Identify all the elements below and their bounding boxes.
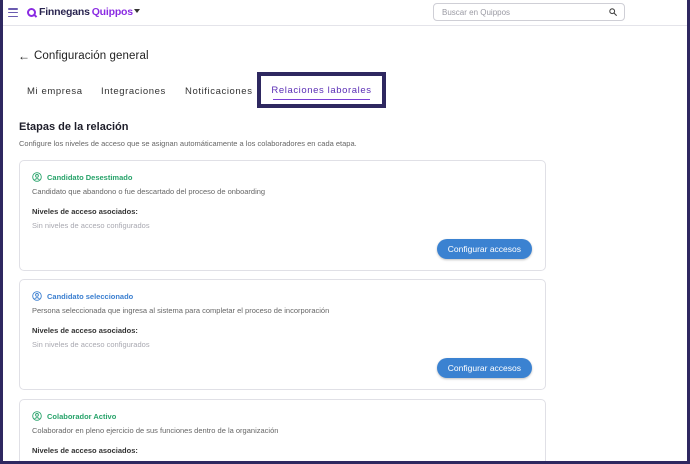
section-title: Etapas de la relación [19,121,129,133]
app-logo[interactable]: Finnegans Quippos [27,5,133,19]
card-header: Candidato Desestimado [32,172,132,182]
app-frame: FinnegansQuippos ← Configuración general… [0,0,690,464]
tab-relaciones-laborales[interactable]: Relaciones laborales [257,72,386,108]
back-arrow-icon[interactable]: ← [18,50,30,62]
card-title: Candidato seleccionado [47,291,134,301]
chevron-down-icon[interactable] [134,9,140,13]
user-circle-icon [32,172,42,182]
configure-access-button[interactable]: Configurar accesos [436,239,532,259]
search-box [433,3,625,21]
card-description: Persona seleccionada que ingresa al sist… [32,306,330,315]
menu-icon[interactable] [8,8,18,17]
card-header: Colaborador Activo [32,411,116,421]
search-input[interactable] [442,6,602,19]
top-bar: Finnegans Quippos [3,0,687,26]
stage-card-candidato-desestimado: Candidato Desestimado Candidato que aban… [19,160,546,271]
tab-integraciones[interactable]: Integraciones [101,86,166,97]
access-levels-label: Niveles de acceso asociados: [32,207,138,216]
user-circle-icon [32,411,42,421]
configure-access-button[interactable]: Configurar accesos [436,358,532,378]
stage-card-colaborador-activo: Colaborador Activo Colaborador en pleno … [19,399,546,461]
access-levels-empty: Sin niveles de acceso configurados [32,221,150,230]
search-icon[interactable] [609,8,617,16]
page-header: ← Configuración general [18,50,149,62]
active-tab-indicator [273,99,370,100]
tab-mi-empresa[interactable]: Mi empresa [27,86,83,97]
stage-card-candidato-seleccionado: Candidato seleccionado Persona seleccion… [19,279,546,390]
page-title: Configuración general [34,50,149,62]
logo-text-finnegans: Finnegans [39,6,90,18]
card-description: Colaborador en pleno ejercicio de sus fu… [32,426,279,435]
tab-notificaciones[interactable]: Notificaciones [185,86,253,97]
access-levels-label: Niveles de acceso asociados: [32,446,138,455]
logo-icon [27,7,36,17]
logo-text-quippos: Quippos [91,6,133,18]
user-circle-icon [32,291,42,301]
access-levels-empty: Sin niveles de acceso configurados [32,340,150,349]
section-description: Configure los niveles de acceso que se a… [19,139,357,148]
access-levels-label: Niveles de acceso asociados: [32,326,138,335]
tab-relaciones-laborales-label: Relaciones laborales [271,84,372,96]
card-title: Colaborador Activo [47,411,117,421]
card-header: Candidato seleccionado [32,291,133,301]
card-title: Candidato Desestimado [47,172,133,182]
card-description: Candidato que abandono o fue descartado … [32,187,266,196]
